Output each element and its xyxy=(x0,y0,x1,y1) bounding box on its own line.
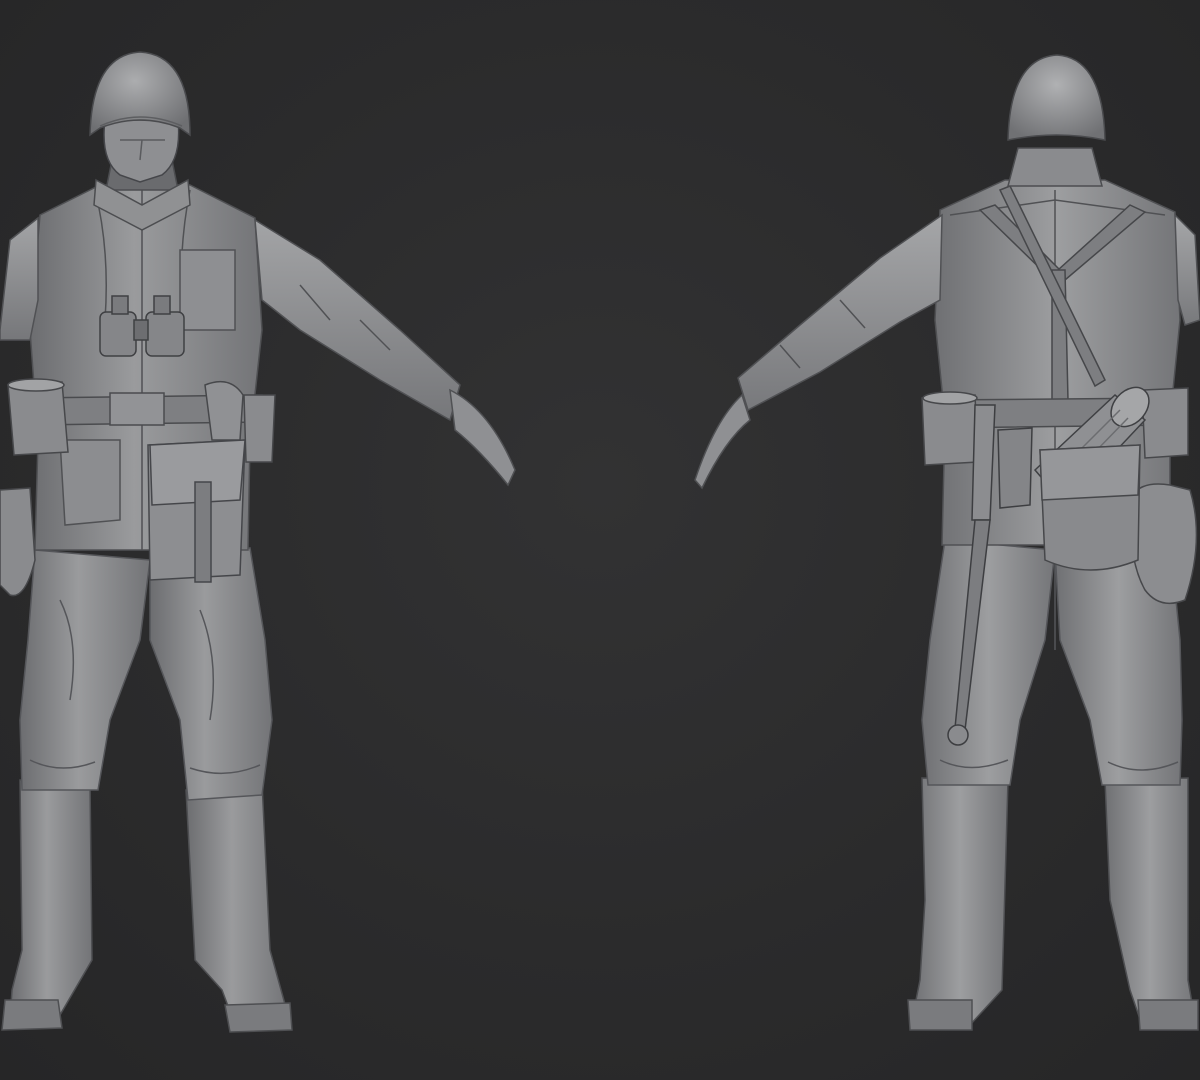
soldier-back-view xyxy=(660,0,1200,1080)
map-case xyxy=(147,439,246,583)
trousers xyxy=(19,547,273,801)
boots xyxy=(1,779,293,1033)
helmet-icon xyxy=(1007,54,1106,141)
soldier-front-render xyxy=(0,51,516,1033)
boots xyxy=(907,777,1199,1031)
viewport-canvas[interactable] xyxy=(0,0,1200,1080)
soldier-back-render xyxy=(694,54,1200,1031)
bread-bag xyxy=(1039,444,1141,571)
collar xyxy=(1007,147,1103,187)
soldier-front-view xyxy=(0,0,560,1080)
